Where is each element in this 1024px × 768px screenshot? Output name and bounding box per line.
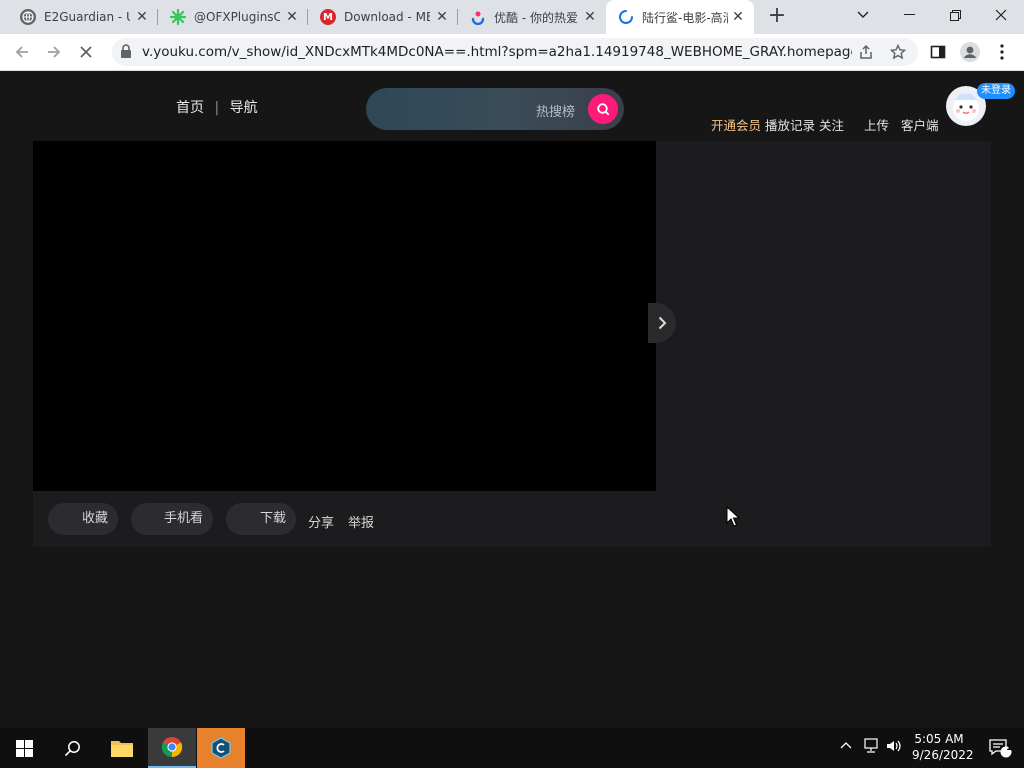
nav-separator: | [214, 100, 220, 116]
report-link[interactable]: 举报 [348, 512, 374, 531]
side-panel-icon[interactable] [926, 40, 950, 64]
download-label: 下载 [259, 511, 286, 526]
bookmark-star-icon[interactable] [886, 40, 910, 64]
page-content: 首页 | 导航 热搜榜 开通会员 播放记录 关注 上传 客户端 未登录 收藏 手… [0, 71, 1024, 728]
profile-icon[interactable] [958, 40, 982, 64]
play-history-link[interactable]: 播放记录 [765, 115, 815, 134]
chrome-taskbar-button[interactable] [148, 728, 196, 768]
lock-icon[interactable] [120, 44, 134, 60]
minimize-button[interactable] [886, 0, 932, 30]
windows-taskbar: 5:05 AM 9/26/2022 1 [0, 728, 1024, 768]
download-button[interactable]: 下载 [226, 503, 296, 535]
open-vip-link[interactable]: 开通会员 [711, 115, 761, 134]
watch-on-phone-label: 手机看 [163, 511, 203, 526]
browser-tab[interactable]: M Download - MEG ✕ [308, 0, 458, 34]
chevron-right-icon [658, 316, 666, 330]
tab-title: E2Guardian - Un [44, 10, 130, 24]
show-hidden-icons-icon[interactable] [840, 738, 852, 753]
nav-home-link[interactable]: 首页 [176, 97, 204, 117]
browser-tab[interactable]: 优酷 - 你的热爱 ✕ [458, 0, 606, 34]
collect-button[interactable]: 收藏 [48, 503, 118, 535]
close-tab-icon[interactable]: ✕ [730, 9, 746, 25]
search-taskbar-button[interactable] [48, 728, 96, 768]
close-window-button[interactable] [978, 0, 1024, 30]
new-tab-button[interactable]: + [765, 5, 789, 29]
notification-center-button[interactable]: 1 [976, 728, 1024, 768]
close-tab-icon[interactable]: ✕ [434, 9, 450, 25]
network-icon[interactable] [862, 738, 880, 758]
tab-title: 优酷 - 你的热爱 [494, 10, 578, 25]
c-hexagon-app-icon [211, 737, 231, 759]
close-tab-icon[interactable]: ✕ [134, 9, 150, 25]
mouse-cursor-icon [726, 506, 740, 527]
restore-button[interactable] [932, 0, 978, 30]
video-player[interactable] [33, 141, 656, 491]
browser-toolbar: v.youku.com/v_show/id_XNDcxMTk4MDc0NA==.… [0, 34, 1024, 71]
clock-date: 9/26/2022 [912, 748, 974, 762]
search-icon [597, 103, 610, 116]
top-nav: 首页 | 导航 [176, 97, 258, 117]
follow-link[interactable]: 关注 [819, 115, 844, 134]
client-app-link[interactable]: 客户端 [901, 115, 939, 134]
browser-tab[interactable]: @OFXPluginsCo ✕ [158, 0, 308, 34]
tab-search-icon[interactable] [840, 0, 886, 30]
tab-title: 陆行鲨-电影-高清 [642, 10, 728, 25]
menu-kebab-icon[interactable] [990, 40, 1014, 64]
episode-side-panel [656, 141, 991, 547]
windows-logo-icon [15, 739, 33, 757]
ofx-leaf-icon [170, 9, 186, 25]
mega-icon: M [320, 9, 336, 25]
system-clock[interactable]: 5:05 AM 9/26/2022 [912, 731, 974, 763]
start-button[interactable] [0, 728, 48, 768]
chrome-icon [161, 737, 183, 758]
volume-icon[interactable] [885, 738, 903, 758]
search-button[interactable] [588, 94, 618, 124]
address-bar[interactable]: v.youku.com/v_show/id_XNDcxMTk4MDc0NA==.… [112, 38, 918, 66]
upload-link[interactable]: 上传 [864, 115, 889, 134]
url-text: v.youku.com/v_show/id_XNDcxMTk4MDc0NA==.… [142, 44, 852, 60]
browser-tab[interactable]: E2Guardian - Un ✕ [8, 0, 158, 34]
nav-guide-link[interactable]: 导航 [230, 97, 258, 117]
search-icon [64, 740, 80, 756]
globe-icon [20, 9, 36, 25]
search-box[interactable]: 热搜榜 [366, 88, 624, 130]
back-button[interactable] [10, 40, 34, 64]
close-tab-icon[interactable]: ✕ [582, 9, 598, 25]
video-action-bar: 收藏 手机看 下载 分享 举报 [33, 491, 656, 547]
share-icon[interactable] [854, 40, 878, 64]
forward-button[interactable] [42, 40, 66, 64]
stop-loading-button[interactable] [74, 40, 98, 64]
watch-on-phone-button[interactable]: 手机看 [131, 503, 213, 535]
share-link[interactable]: 分享 [308, 512, 334, 531]
tab-title: @OFXPluginsCo [194, 10, 280, 24]
browser-tab-active[interactable]: 陆行鲨-电影-高清 ✕ [606, 0, 754, 34]
notification-count: 1 [1006, 743, 1013, 753]
app-taskbar-button[interactable] [197, 728, 245, 768]
login-badge[interactable]: 未登录 [977, 83, 1015, 99]
loading-spinner-icon [618, 9, 634, 25]
tab-title: Download - MEG [344, 10, 430, 24]
clock-time: 5:05 AM [914, 732, 964, 746]
file-explorer-button[interactable] [98, 728, 146, 768]
browser-tab-strip: E2Guardian - Un ✕ @OFXPluginsCo ✕ M Down… [0, 0, 1024, 34]
folder-icon [111, 741, 133, 757]
search-hint[interactable]: 热搜榜 [536, 101, 575, 120]
collect-label: 收藏 [81, 511, 108, 526]
close-tab-icon[interactable]: ✕ [284, 9, 300, 25]
youku-icon [470, 9, 486, 25]
